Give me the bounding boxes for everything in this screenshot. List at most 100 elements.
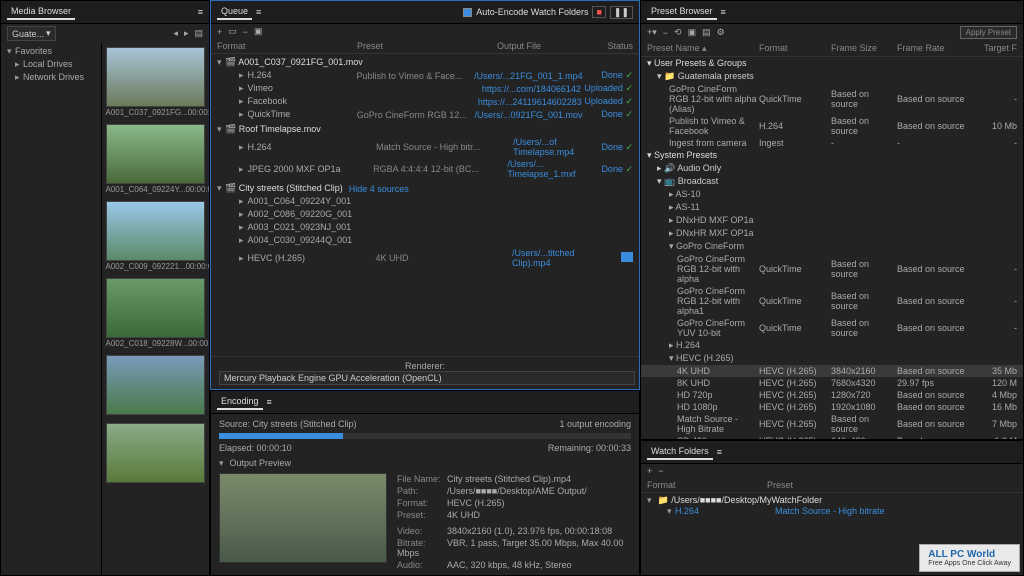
preset-row[interactable]: ▾ 📺 Broadcast: [641, 175, 1023, 188]
duplicate-button[interactable]: ▣: [254, 26, 263, 37]
queue-item[interactable]: ▸Facebookhttps://...24119614602283Upload…: [211, 95, 639, 108]
queue-header-output: Output File: [497, 41, 573, 51]
watch-item-row[interactable]: ▾ H.264 Match Source - High bitrate: [647, 506, 1017, 517]
media-thumbnail[interactable]: [106, 124, 206, 184]
preset-header-target[interactable]: Target F: [977, 43, 1017, 54]
watch-folders-tab[interactable]: Watch Folders: [647, 444, 713, 460]
output-preview-label[interactable]: Output Preview: [230, 458, 292, 468]
preset-header-rate[interactable]: Frame Rate: [897, 43, 977, 54]
auto-encode-label: Auto-Encode Watch Folders: [476, 7, 588, 17]
queue-item[interactable]: ▸A003_C021_0923NJ_001: [211, 221, 639, 234]
pause-button[interactable]: ❚❚: [610, 6, 633, 19]
folder-local[interactable]: ▸Local Drives: [1, 58, 101, 71]
preset-row[interactable]: SD 480pHEVC (H.265)640x480Based on sourc…: [641, 435, 1023, 439]
queue-item[interactable]: ▸HEVC (H.265)4K UHD/Users/...titched Cli…: [211, 247, 639, 269]
queue-group[interactable]: ▾ 🎬 City streets (Stitched Clip)Hide 4 s…: [211, 180, 639, 195]
queue-item[interactable]: ▸A001_C064_09224Y_001: [211, 195, 639, 208]
preset-row[interactable]: ▾ User Presets & Groups: [641, 57, 1023, 70]
preset-row[interactable]: ▾ System Presets: [641, 149, 1023, 162]
add-source-button[interactable]: +: [217, 27, 222, 37]
queue-group[interactable]: ▾ 🎬 Roof Timelapse.mov: [211, 121, 639, 136]
media-thumbnail[interactable]: [106, 47, 206, 107]
watch-header-format: Format: [647, 480, 767, 490]
queue-item[interactable]: ▸JPEG 2000 MXF OP1aRGBA 4:4:4:4 12-bit (…: [211, 158, 639, 180]
apply-preset-button[interactable]: Apply Preset: [960, 26, 1017, 39]
folder-network[interactable]: ▸Network Drives: [1, 71, 101, 84]
panel-menu-icon[interactable]: ≡: [267, 397, 272, 407]
preset-row[interactable]: ▾ 📁 Guatemala presets: [641, 70, 1023, 83]
media-thumbnail[interactable]: [106, 278, 206, 338]
panel-menu-icon[interactable]: ≡: [717, 447, 722, 457]
thumb-time: 00:00:01:04: [186, 262, 209, 271]
preset-header-format[interactable]: Format: [759, 43, 831, 54]
thumb-time: 00:00:06:14: [188, 108, 209, 117]
preset-add-button[interactable]: +▾: [647, 27, 657, 38]
queue-tab[interactable]: Queue: [217, 4, 252, 20]
panel-menu-icon[interactable]: ≡: [721, 7, 726, 17]
preset-row[interactable]: GoPro CineForm RGB 12-bit with alphaQuic…: [641, 253, 1023, 285]
preset-row[interactable]: Match Source - High BitrateHEVC (H.265)B…: [641, 413, 1023, 435]
output-metadata: File Name:City streets (Stitched Clip).m…: [397, 473, 631, 571]
watch-header-preset: Preset: [767, 480, 793, 490]
preset-row[interactable]: GoPro CineForm RGB 12-bit with alpha1Qui…: [641, 285, 1023, 317]
renderer-label: Renderer:: [405, 361, 445, 371]
queue-group[interactable]: ▾ 🎬 A001_C037_0921FG_001.mov: [211, 54, 639, 69]
forward-icon[interactable]: ▸: [184, 28, 189, 39]
queue-item[interactable]: ▸QuickTimeGoPro CineForm RGB 12.../Users…: [211, 108, 639, 121]
media-thumbnail[interactable]: [106, 423, 206, 483]
preset-browser-tab[interactable]: Preset Browser: [647, 4, 717, 20]
renderer-dropdown[interactable]: Mercury Playback Engine GPU Acceleration…: [219, 371, 635, 385]
queue-item[interactable]: ▸Vimeohttps://...com/184066142Uploaded ✓: [211, 82, 639, 95]
queue-item[interactable]: ▸A002_C086_09220G_001: [211, 208, 639, 221]
panel-menu-icon[interactable]: ≡: [256, 7, 261, 17]
preset-settings-button[interactable]: ⚙: [717, 27, 725, 38]
preset-row[interactable]: ▾ GoPro CineForm: [641, 240, 1023, 253]
folder-favorites[interactable]: ▾Favorites: [1, 45, 101, 58]
preset-row[interactable]: GoPro CineForm YUV 10-bitQuickTimeBased …: [641, 317, 1023, 339]
queue-item[interactable]: ▸H.264Publish to Vimeo & Face.../Users/.…: [211, 69, 639, 82]
media-dropdown[interactable]: Guate... ▾: [7, 26, 56, 41]
preset-row[interactable]: GoPro CineForm RGB 12-bit with alpha (Al…: [641, 83, 1023, 115]
preset-import-button[interactable]: ▣: [688, 27, 697, 38]
preset-remove-button[interactable]: −: [663, 28, 668, 38]
preset-header-size[interactable]: Frame Size: [831, 43, 897, 54]
preset-row[interactable]: ▸ H.264: [641, 339, 1023, 352]
media-browser-header: Media Browser ≡: [1, 1, 209, 24]
watch-remove-button[interactable]: −: [658, 466, 663, 476]
media-thumbnail[interactable]: [106, 355, 206, 415]
panel-menu-icon[interactable]: ≡: [198, 7, 203, 17]
preset-export-button[interactable]: ▤: [702, 27, 711, 38]
preset-row[interactable]: Publish to Vimeo & FacebookH.264Based on…: [641, 115, 1023, 137]
encoding-outputs: 1 output encoding: [559, 419, 631, 429]
queue-header-format: Format: [217, 41, 357, 51]
media-browser-tab[interactable]: Media Browser: [7, 4, 75, 20]
preset-row[interactable]: 8K UHDHEVC (H.265)7680x432029.97 fps120 …: [641, 377, 1023, 389]
preset-row[interactable]: ▾ HEVC (H.265): [641, 352, 1023, 365]
encoding-tab[interactable]: Encoding: [217, 394, 263, 410]
add-output-button[interactable]: ▭: [228, 26, 237, 37]
preset-row[interactable]: HD 1080pHEVC (H.265)1920x1080Based on so…: [641, 401, 1023, 413]
watermark: ALL PC World Free Apps One Click Away: [919, 544, 1020, 572]
remove-button[interactable]: −: [243, 27, 248, 37]
back-icon[interactable]: ◂: [173, 28, 178, 39]
watch-folder-row[interactable]: ▾ 📁 /Users/■■■■/Desktop/MyWatchFolder: [647, 495, 1017, 506]
encoding-progress: [219, 433, 631, 439]
stop-button[interactable]: ■: [592, 6, 605, 18]
preset-row[interactable]: 4K UHDHEVC (H.265)3840x2160Based on sour…: [641, 365, 1023, 377]
preset-row[interactable]: ▸ 🔊 Audio Only: [641, 162, 1023, 175]
preset-row[interactable]: Ingest from cameraIngest---: [641, 137, 1023, 149]
filter-icon[interactable]: ▤: [194, 28, 203, 39]
auto-encode-checkbox[interactable]: [463, 8, 472, 17]
preset-header-name[interactable]: Preset Name ▴: [647, 43, 759, 54]
hide-sources-link[interactable]: Hide 4 sources: [349, 184, 409, 194]
preset-row[interactable]: ▸ AS-11: [641, 201, 1023, 214]
preset-row[interactable]: ▸ DNxHD MXF OP1a: [641, 214, 1023, 227]
watch-add-button[interactable]: +: [647, 466, 652, 476]
preset-row[interactable]: ▸ AS-10: [641, 188, 1023, 201]
queue-item[interactable]: ▸A004_C030_09244Q_001: [211, 234, 639, 247]
queue-item[interactable]: ▸H.264Match Source - High bitr.../Users/…: [211, 136, 639, 158]
preset-sync-button[interactable]: ⟲: [674, 27, 682, 38]
media-thumbnail[interactable]: [106, 201, 206, 261]
preset-row[interactable]: ▸ DNxHR MXF OP1a: [641, 227, 1023, 240]
preset-row[interactable]: HD 720pHEVC (H.265)1280x720Based on sour…: [641, 389, 1023, 401]
